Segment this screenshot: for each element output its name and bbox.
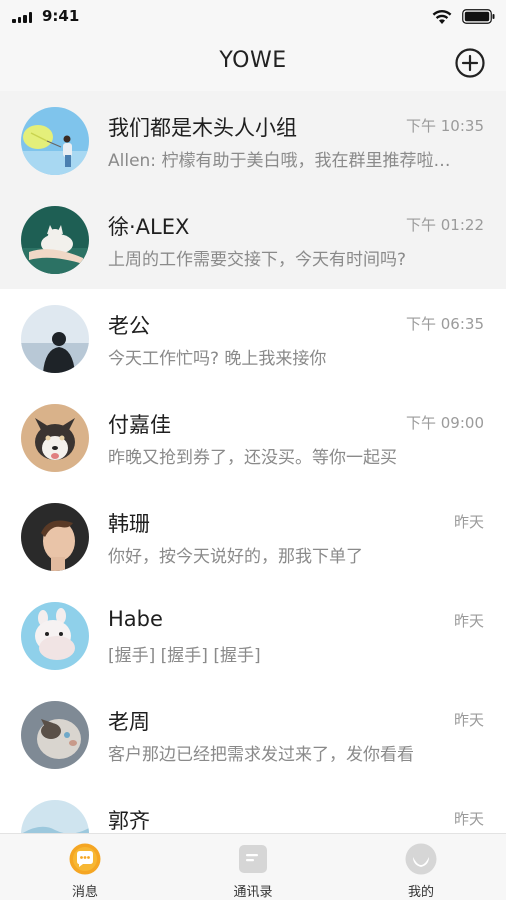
status-time: 9:41 [42,7,80,25]
chat-time: 昨天 [453,711,484,729]
chat-preview: [握手] [握手] [握手] [108,646,261,666]
chat-preview: 昨晚又抢到券了，还没买。等你一起买 [108,448,397,468]
chat-time: 下午 06:35 [406,315,484,333]
tab-contacts[interactable]: 通讯录 [193,834,313,901]
avatar [21,602,89,670]
chat-item[interactable]: 老周 昨天 客户那边已经把需求发过来了，发你看看 [0,685,506,784]
chat-preview: 今天工作忙吗? 晚上我来接你 [108,349,327,369]
chat-time: 下午 01:22 [406,216,484,234]
wifi-icon [432,9,452,24]
chat-preview: 客户那边已经把需求发过来了，发你看看 [108,745,414,765]
avatar [21,701,89,769]
chat-item[interactable]: 老公 下午 06:35 今天工作忙吗? 晚上我来接你 [0,289,506,388]
chat-name: Habe [108,607,163,631]
avatar [21,206,89,274]
tab-label: 我的 [407,885,434,900]
chat-item[interactable]: 韩珊 昨天 你好，按今天说好的，那我下单了 [0,487,506,586]
chat-name: 徐·ALEX [108,215,190,239]
chat-item[interactable]: Habe 昨天 [握手] [握手] [握手] [0,586,506,685]
chat-preview: 你好，按今天说好的，那我下单了 [108,547,363,567]
chat-time: 昨天 [453,612,484,630]
profile-icon [405,843,437,875]
chat-list: 我们都是木头人小组 下午 10:35 Allen: 柠檬有助于美白哦，我在群里推… [0,91,506,833]
add-icon[interactable] [454,47,486,79]
tab-label: 消息 [71,885,98,900]
chat-name: 付嘉佳 [108,413,171,437]
chat-preview: Allen: 柠檬有助于美白哦，我在群里推荐啦… [108,151,451,171]
message-icon [69,843,101,875]
tab-profile[interactable]: 我的 [361,834,481,901]
contacts-icon [239,845,267,873]
chat-item[interactable]: 我们都是木头人小组 下午 10:35 Allen: 柠檬有助于美白哦，我在群里推… [0,91,506,190]
chat-name: 我们都是木头人小组 [108,116,297,140]
tab-label: 通讯录 [233,885,273,900]
chat-time: 下午 10:35 [406,117,484,135]
chat-name: 郭齐 [108,809,150,833]
chat-time: 昨天 [453,810,484,828]
chat-preview: 上周的工作需要交接下，今天有时间吗? [108,250,407,270]
avatar [21,404,89,472]
header: YOWE [0,34,506,91]
chat-time: 下午 09:00 [406,414,484,432]
signal-icon [12,12,34,23]
page-title: YOWE [219,48,287,73]
avatar [21,107,89,175]
chat-name: 韩珊 [108,512,150,536]
avatar [21,503,89,571]
avatar [21,305,89,373]
avatar [21,800,89,833]
battery-icon [462,9,495,24]
chat-name: 老公 [108,314,150,338]
status-bar: 9:41 [0,0,506,34]
chat-item[interactable]: 郭齐 昨天 [0,784,506,833]
tab-bar: 消息 通讯录 我的 [0,833,506,900]
tab-messages[interactable]: 消息 [25,834,145,901]
chat-time: 昨天 [453,513,484,531]
chat-name: 老周 [108,710,150,734]
chat-item[interactable]: 付嘉佳 下午 09:00 昨晚又抢到券了，还没买。等你一起买 [0,388,506,487]
chat-item[interactable]: 徐·ALEX 下午 01:22 上周的工作需要交接下，今天有时间吗? [0,190,506,289]
